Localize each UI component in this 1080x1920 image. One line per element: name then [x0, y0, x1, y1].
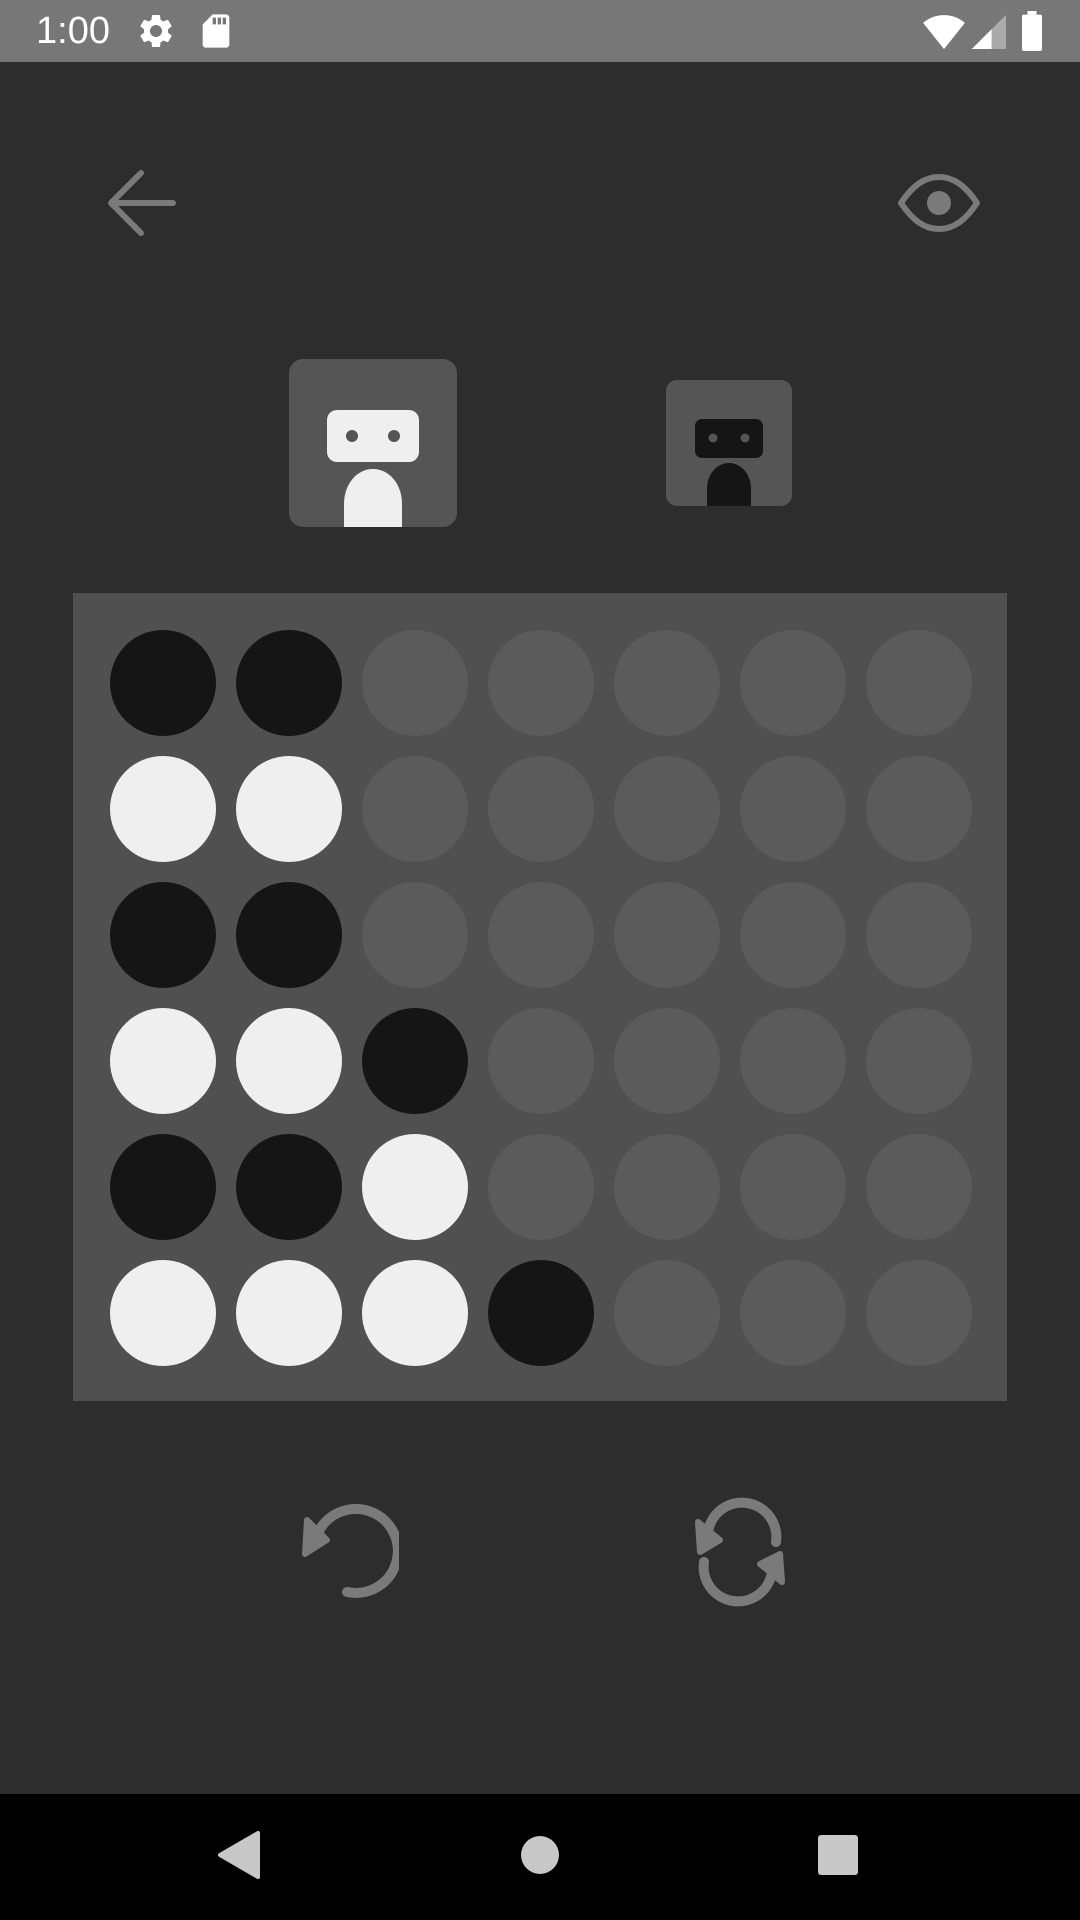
sd-card-icon [196, 11, 236, 51]
empty-slot[interactable] [866, 1134, 972, 1240]
white-robot-avatar [289, 359, 457, 527]
black-piece[interactable] [236, 1134, 342, 1240]
status-bar: 1:00 [0, 0, 1080, 62]
empty-slot[interactable] [362, 630, 468, 736]
settings-icon [136, 11, 176, 51]
nav-home-icon [520, 1835, 560, 1879]
empty-slot[interactable] [866, 1008, 972, 1114]
game-screen: 1:00 [0, 0, 1080, 1920]
empty-slot[interactable] [866, 756, 972, 862]
empty-slot[interactable] [488, 882, 594, 988]
black-piece[interactable] [362, 1008, 468, 1114]
empty-slot[interactable] [740, 1134, 846, 1240]
empty-slot[interactable] [488, 630, 594, 736]
undo-button[interactable] [269, 1484, 409, 1624]
player-white-card[interactable] [289, 359, 457, 527]
empty-slot[interactable] [614, 1260, 720, 1366]
empty-slot[interactable] [740, 756, 846, 862]
white-piece[interactable] [236, 1008, 342, 1114]
game-board [73, 593, 1007, 1401]
status-time: 1:00 [36, 10, 110, 52]
battery-icon [1020, 11, 1044, 51]
black-robot-avatar [666, 380, 792, 506]
empty-slot[interactable] [614, 1134, 720, 1240]
empty-slot[interactable] [488, 1134, 594, 1240]
empty-slot[interactable] [866, 630, 972, 736]
empty-slot[interactable] [740, 882, 846, 988]
black-piece[interactable] [488, 1260, 594, 1366]
white-piece[interactable] [110, 1008, 216, 1114]
black-piece[interactable] [236, 882, 342, 988]
black-piece[interactable] [236, 630, 342, 736]
empty-slot[interactable] [614, 1008, 720, 1114]
eye-icon [897, 171, 981, 239]
empty-slot[interactable] [614, 882, 720, 988]
player-black-card[interactable] [666, 380, 792, 506]
undo-icon [279, 1492, 403, 1616]
white-piece[interactable] [236, 756, 342, 862]
empty-slot[interactable] [362, 756, 468, 862]
back-button[interactable] [88, 150, 198, 260]
white-piece[interactable] [110, 756, 216, 862]
nav-recents-icon [817, 1834, 859, 1880]
nav-back-icon [216, 1830, 262, 1884]
empty-slot[interactable] [740, 1008, 846, 1114]
empty-slot[interactable] [866, 882, 972, 988]
white-piece[interactable] [362, 1260, 468, 1366]
view-button[interactable] [884, 150, 994, 260]
empty-slot[interactable] [740, 1260, 846, 1366]
nav-back-button[interactable] [199, 1817, 279, 1897]
black-piece[interactable] [110, 630, 216, 736]
white-piece[interactable] [236, 1260, 342, 1366]
empty-slot[interactable] [614, 756, 720, 862]
white-piece[interactable] [362, 1134, 468, 1240]
nav-recents-button[interactable] [798, 1817, 878, 1897]
nav-home-button[interactable] [500, 1817, 580, 1897]
empty-slot[interactable] [866, 1260, 972, 1366]
empty-slot[interactable] [488, 1008, 594, 1114]
signal-icon [970, 11, 1006, 51]
empty-slot[interactable] [488, 756, 594, 862]
empty-slot[interactable] [740, 630, 846, 736]
empty-slot[interactable] [362, 882, 468, 988]
wifi-icon [922, 11, 966, 51]
navigation-bar [0, 1794, 1080, 1920]
restart-icon [680, 1492, 800, 1616]
black-piece[interactable] [110, 882, 216, 988]
empty-slot[interactable] [614, 630, 720, 736]
black-piece[interactable] [110, 1134, 216, 1240]
arrow-left-icon [101, 161, 185, 249]
restart-button[interactable] [670, 1484, 810, 1624]
white-piece[interactable] [110, 1260, 216, 1366]
